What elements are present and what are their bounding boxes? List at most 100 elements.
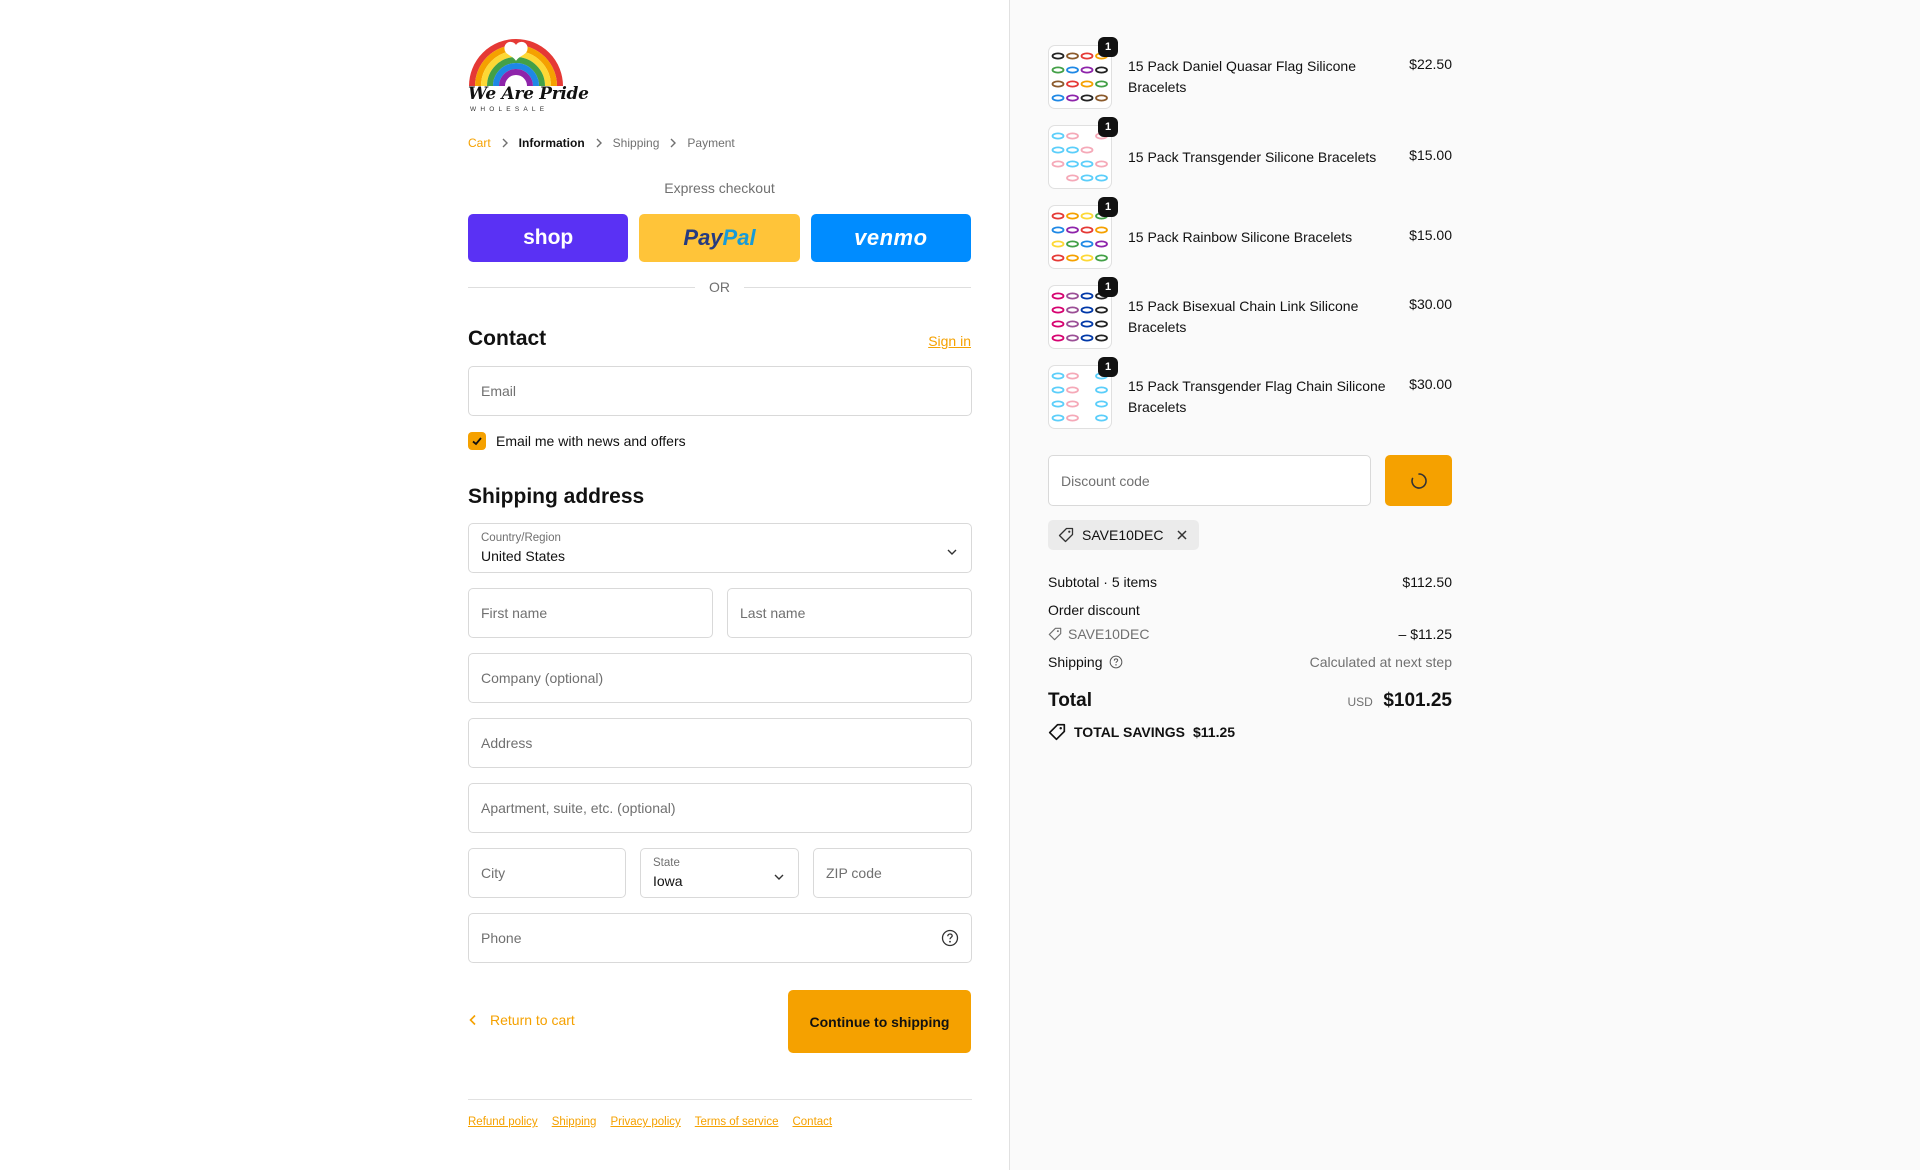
brand-logo[interactable]: We Are Pride WHOLESALE [468,38,589,118]
footer-link-refund-policy[interactable]: Refund policy [468,1116,538,1128]
breadcrumb-payment: Payment [687,136,735,150]
product-price: $15.00 [1409,227,1452,243]
state-select[interactable]: State Iowa [640,848,799,898]
bracelet-shape [1066,386,1079,394]
or-label: OR [709,279,730,295]
breadcrumb: Cart Information Shipping Payment [468,136,735,150]
brand-tagline: WHOLESALE [470,106,549,113]
bracelet-shape [1080,174,1094,182]
paypal-button[interactable]: Pay Pal [639,214,800,262]
chevron-down-icon [774,868,784,886]
bracelet-shape [1095,320,1108,328]
footer-link-privacy-policy[interactable]: Privacy policy [610,1116,680,1128]
bracelet-shape [1051,226,1065,234]
bracelet-shape [1080,132,1094,140]
newsletter-checkbox-row[interactable]: Email me with news and offers [468,432,686,450]
bracelet-shape [1051,66,1065,74]
last-name-input[interactable] [728,589,971,637]
breadcrumb-shipping: Shipping [612,136,660,150]
discount-code-field[interactable] [1048,455,1371,506]
bracelet-shape [1095,80,1108,88]
zip-input[interactable] [814,849,971,897]
newsletter-label: Email me with news and offers [496,433,686,449]
sign-in-link[interactable]: Sign in [928,333,971,349]
apartment-field[interactable] [468,783,972,833]
zip-field[interactable] [813,848,972,898]
apartment-input[interactable] [469,784,971,832]
discount-code-input[interactable] [1049,456,1370,505]
email-field[interactable] [468,366,972,416]
return-to-cart-link[interactable]: Return to cart [468,1012,575,1028]
last-name-field[interactable] [727,588,972,638]
bracelet-shape [1051,146,1065,154]
product-price: $15.00 [1409,147,1452,163]
first-name-field[interactable] [468,588,713,638]
loading-spinner-icon [1410,472,1427,489]
address-field[interactable] [468,718,972,768]
contact-header: Contact Sign in [468,327,971,351]
bracelet-shape [1080,372,1094,380]
bracelet-shape [1051,94,1065,102]
product-price: $22.50 [1409,56,1452,72]
chevron-down-icon [947,543,957,561]
help-circle-icon[interactable] [941,929,959,952]
shop-pay-label: shop [523,226,574,249]
cart-item: 1 15 Pack Rainbow Silicone Bracelets $15… [1048,197,1452,271]
city-input[interactable] [469,849,625,897]
bracelet-shape [1051,400,1065,408]
city-field[interactable] [468,848,626,898]
breadcrumb-cart[interactable]: Cart [468,136,491,150]
bracelet-shape [1080,52,1094,60]
bracelet-shape [1095,240,1108,248]
footer-link-terms-of-service[interactable]: Terms of service [695,1116,779,1128]
total-savings-label: TOTAL SAVINGS [1074,724,1185,740]
product-price: $30.00 [1409,376,1452,392]
bracelet-shape [1095,254,1108,262]
footer-link-shipping[interactable]: Shipping [552,1116,597,1128]
bracelet-shape [1080,320,1094,328]
bracelet-shape [1080,386,1094,394]
footer-link-contact[interactable]: Contact [792,1116,832,1128]
bracelet-shape [1066,334,1079,342]
address-input[interactable] [469,719,971,767]
bracelet-shape [1066,292,1079,300]
bracelet-shape [1095,226,1108,234]
close-icon[interactable] [1175,528,1189,542]
bracelet-shape [1080,66,1094,74]
shipping-address-title: Shipping address [468,485,645,508]
bracelet-shape [1066,226,1079,234]
shipping-label-group: Shipping [1048,654,1123,670]
phone-input[interactable] [469,914,971,962]
first-name-input[interactable] [469,589,712,637]
bracelet-shape [1066,160,1079,168]
help-circle-icon[interactable] [1109,655,1123,669]
subtotal-label: Subtotal · 5 items [1048,574,1157,590]
venmo-button[interactable]: venmo [810,214,971,262]
bracelet-shape [1080,226,1094,234]
chevron-right-icon [585,138,613,148]
bracelet-shape [1080,254,1094,262]
phone-field[interactable] [468,913,972,963]
country-select[interactable]: Country/Region United States [468,523,972,573]
state-label: State [653,857,680,869]
paypal-label-part1: Pay [683,225,723,250]
company-field[interactable] [468,653,972,703]
apply-discount-button[interactable] [1385,455,1452,506]
tag-icon [1048,627,1062,641]
divider-line [744,286,971,288]
bracelet-shape [1051,320,1065,328]
bracelet-shape [1095,334,1108,342]
bracelet-shape [1051,254,1065,262]
company-input[interactable] [469,654,971,702]
bracelet-shape [1080,212,1094,220]
shop-pay-button[interactable]: shop [468,214,629,262]
bracelet-shape [1051,386,1065,394]
order-discount-label: Order discount [1048,602,1140,618]
total-row: Total USD $101.25 [1048,690,1452,712]
email-input[interactable] [469,367,971,415]
newsletter-checkbox[interactable] [468,432,486,450]
bracelet-shape [1066,320,1079,328]
contact-title: Contact [468,327,547,350]
continue-to-shipping-button[interactable]: Continue to shipping [788,990,971,1053]
checkmark-icon [472,437,482,446]
